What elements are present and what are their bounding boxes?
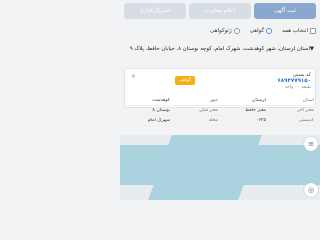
address-text: ▼استان لرستان، شهر کوهدشت، شهرک امام، کو…: [129, 46, 314, 52]
table-cell: معبر قبلی: [199, 108, 218, 113]
table-cell: بوستان ۸: [152, 108, 170, 113]
table-cell: محله: [208, 118, 218, 123]
tab-register-ad[interactable]: ثبت آگهی: [254, 3, 316, 19]
close-icon[interactable]: ✕: [131, 73, 136, 80]
no-certificate-label: ژئوکواهی: [210, 28, 232, 34]
table-cell: معبر حافظ: [245, 108, 266, 113]
option-no-certificate[interactable]: ژئوکواهی: [210, 28, 240, 34]
table-cell: لرستان: [252, 98, 266, 103]
table-cell: کوهدشت: [152, 98, 170, 103]
options-row: انتخاب همه گواهی ژئوکواهی: [124, 28, 316, 34]
tab-bar: ثبت آگهی اعلام مغایرت اشتراک‌گذاری: [124, 3, 316, 19]
no-certificate-radio[interactable]: [233, 28, 240, 34]
table-cell: شهر: [209, 98, 218, 103]
map-view[interactable]: ≡ ◎: [120, 135, 320, 200]
tab-report-discrepancy[interactable]: اعلام مغایرت: [189, 3, 251, 19]
table-row: استان لرستان شهر کوهدشت: [124, 96, 316, 106]
table-cell: شهرک امام: [147, 118, 170, 123]
certificate-label: گواهی: [249, 28, 265, 34]
layers-icon[interactable]: ≡: [304, 137, 318, 151]
table-cell: استان: [302, 98, 314, 103]
table-cell: ۰۶۲۵: [256, 118, 266, 123]
certificate-radio[interactable]: [266, 28, 273, 34]
option-select-all[interactable]: انتخاب همه: [282, 28, 316, 34]
certificate-badge: گواهی: [175, 76, 195, 85]
select-all-label: انتخاب همه: [282, 28, 308, 34]
option-certificate[interactable]: گواهی: [249, 28, 273, 34]
table-row: کدپستی ۰۶۲۵ محله شهرک امام: [124, 116, 316, 126]
select-all-checkbox[interactable]: [310, 28, 316, 34]
tab-share[interactable]: اشتراک‌گذاری: [124, 3, 186, 19]
table-row: معبر آخر معبر حافظ معبر قبلی بوستان ۸: [124, 106, 316, 116]
address-table: استان لرستان شهر کوهدشت معبر آخر معبر حا…: [124, 96, 316, 126]
floor-unit: طبقه ۰ · واحد ۰: [280, 85, 311, 90]
locate-icon[interactable]: ◎: [304, 183, 318, 197]
table-cell: کدپستی: [298, 118, 314, 123]
postal-code: ۶۸۹۴۷۷۹۱۵۰: [277, 78, 311, 84]
table-cell: معبر آخر: [297, 108, 314, 113]
